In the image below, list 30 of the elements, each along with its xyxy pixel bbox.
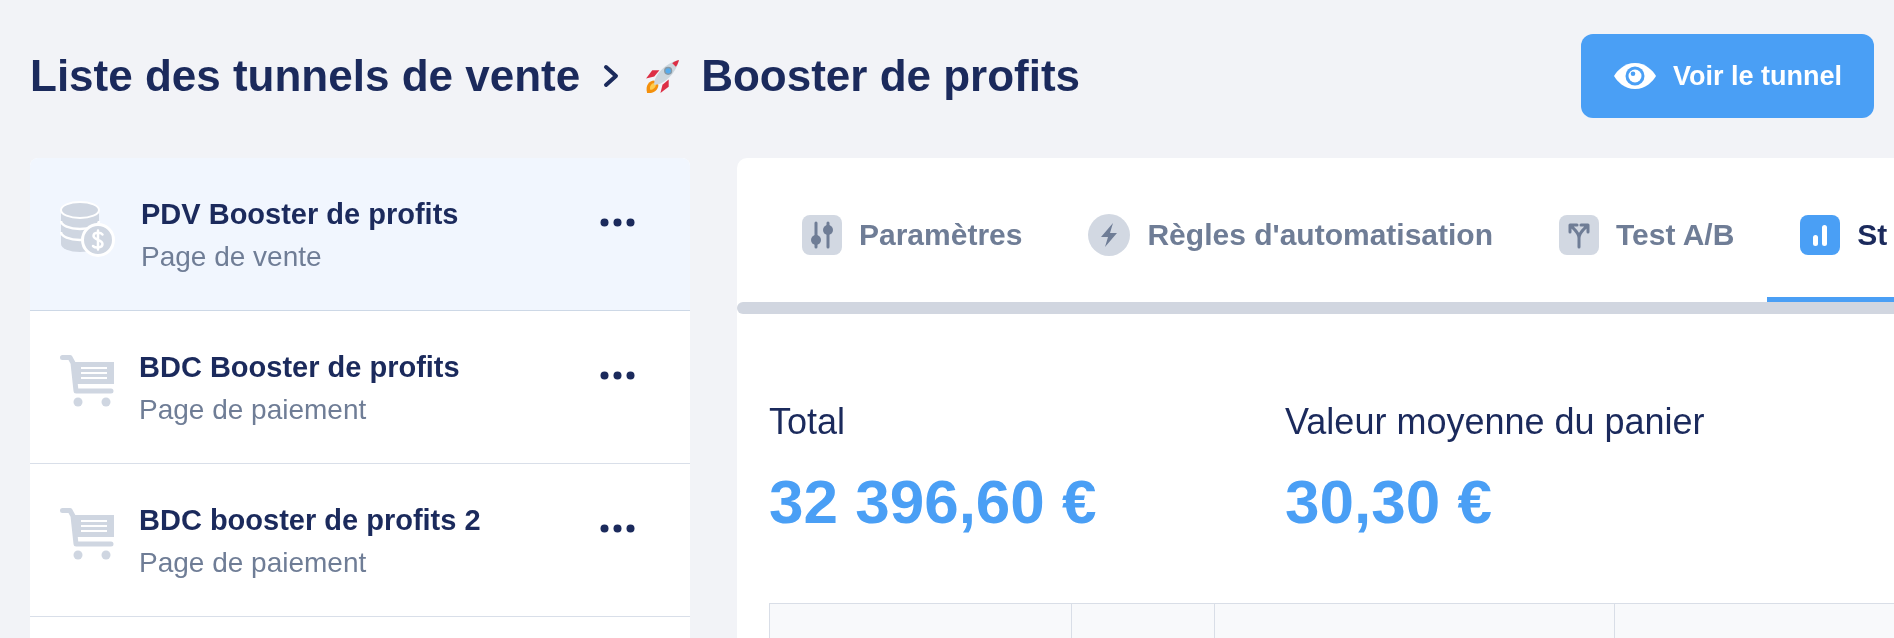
fork-arrows-icon [1559, 215, 1599, 255]
sliders-icon [802, 215, 842, 255]
coins-icon [60, 201, 116, 258]
rocket-icon [644, 57, 682, 95]
stat-value: 30,30 € [1285, 467, 1493, 537]
tab[interactable]: Test A/B [1526, 158, 1768, 302]
sidebar-item[interactable]: PDV Booster de profits Page de vente [30, 158, 690, 311]
cart-icon [60, 507, 114, 560]
page-title: Booster de profits [701, 50, 1081, 102]
item-title: PDV Booster de profits [141, 197, 460, 232]
stat-value: 32 396,60 € [769, 467, 1098, 537]
bar-chart-icon [1800, 215, 1841, 255]
more-icon[interactable] [600, 371, 635, 380]
item-title: BDC booster de profits 2 [139, 503, 482, 538]
horizontal-scrollbar[interactable] [737, 302, 1894, 314]
tab[interactable]: Règles d'automatisation [1055, 158, 1526, 302]
eye-icon [1613, 61, 1657, 91]
more-icon[interactable] [600, 218, 635, 227]
cart-icon [60, 354, 114, 407]
item-subtitle: Page de paiement [139, 546, 368, 580]
more-icon[interactable] [600, 524, 635, 533]
lightning-icon [1088, 214, 1131, 256]
stat-label: Valeur moyenne du panier [1285, 400, 1706, 444]
item-title: BDC Booster de profits [139, 350, 461, 385]
stat-label: Total [769, 400, 847, 444]
item-subtitle: Page de paiement [139, 393, 368, 427]
breadcrumb-link[interactable]: Liste des tunnels de vente [30, 49, 581, 103]
item-subtitle: Page de vente [141, 240, 323, 274]
chevron-right-icon [602, 64, 621, 88]
tab[interactable]: Paramètres [769, 158, 1056, 302]
